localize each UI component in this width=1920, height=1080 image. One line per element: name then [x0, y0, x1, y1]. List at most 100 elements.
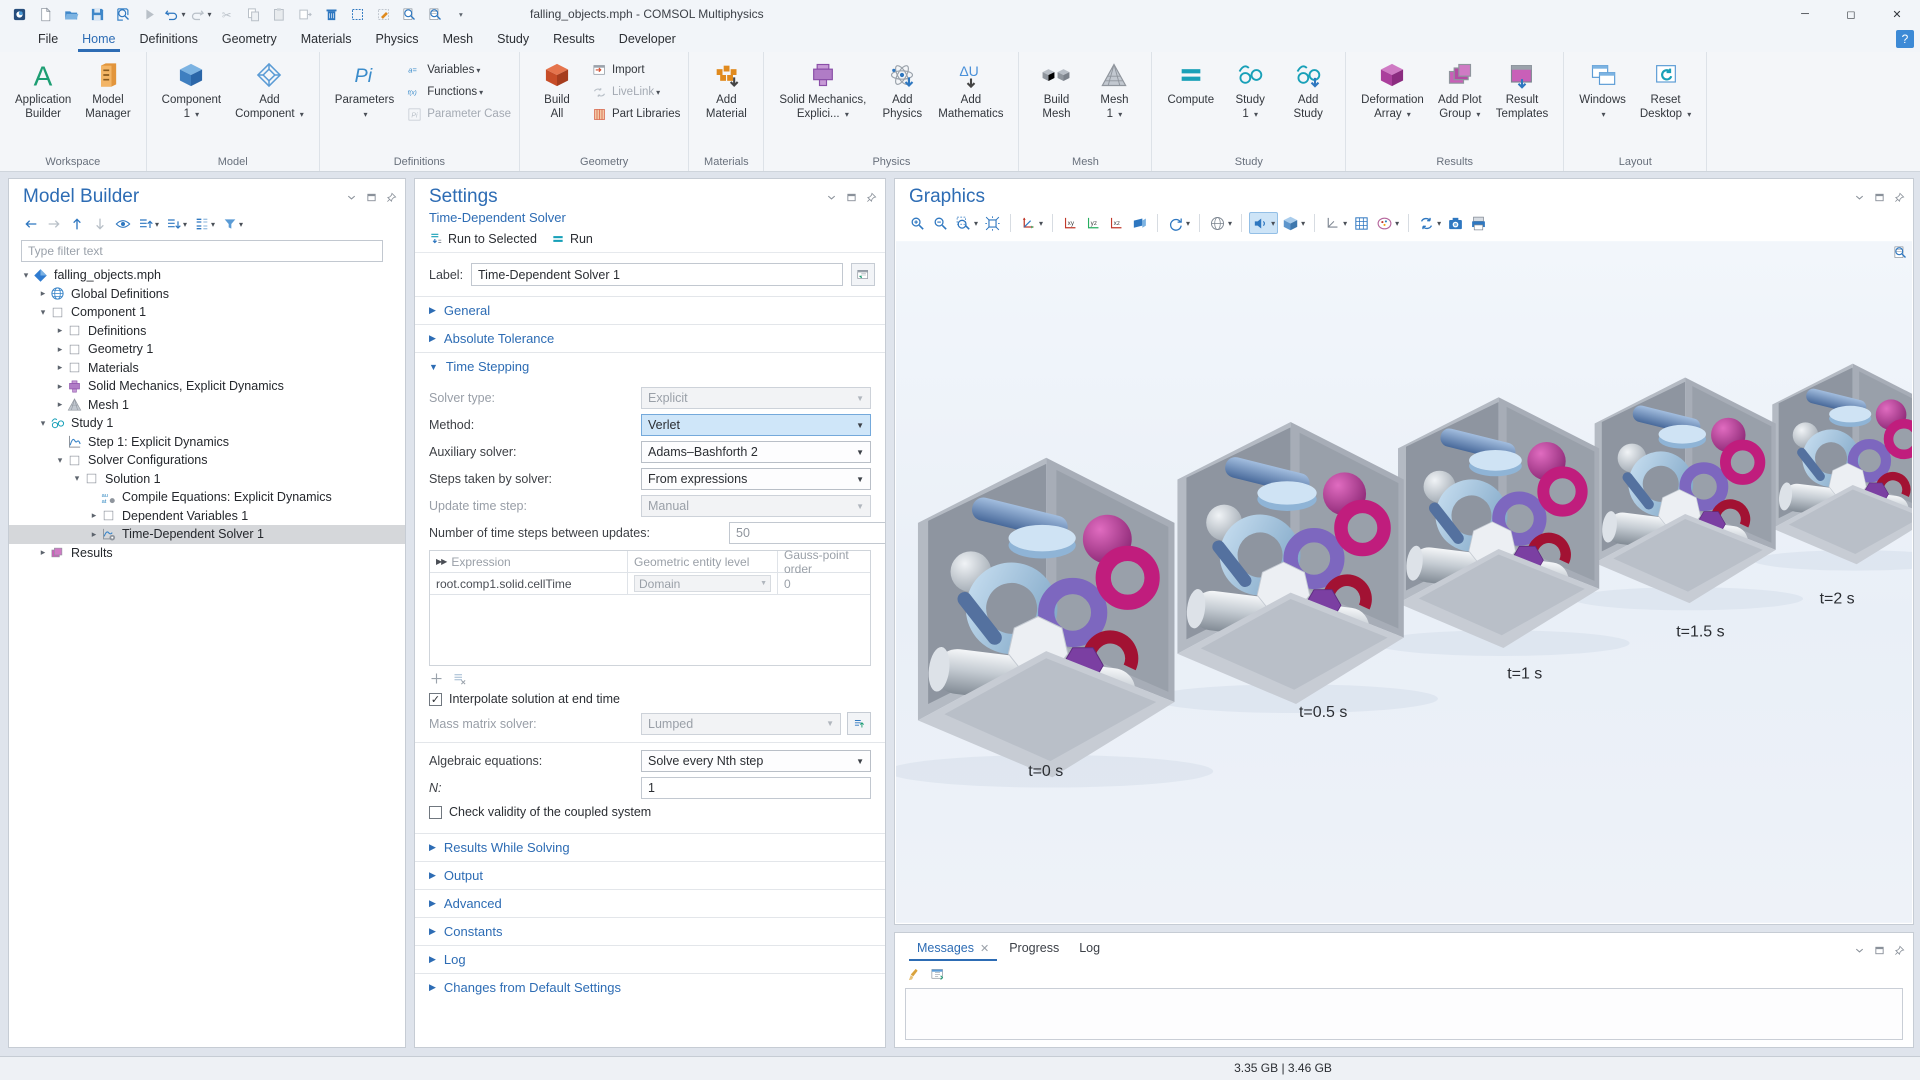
- deformation-array-button[interactable]: DeformationArray ▾: [1354, 55, 1431, 121]
- save-search-icon[interactable]: [112, 4, 134, 24]
- clear-selection-icon[interactable]: [372, 4, 394, 24]
- back-button[interactable]: [21, 214, 41, 234]
- show-button[interactable]: [113, 214, 133, 234]
- expander-icon[interactable]: ▸: [87, 529, 101, 540]
- tree-item-geometry-1[interactable]: ▸Geometry 1: [9, 340, 405, 359]
- tree-item-results[interactable]: ▸Results: [9, 544, 405, 563]
- auxiliary-solver-select[interactable]: Adams–Bashforth 2▼: [641, 441, 871, 463]
- zoom-box-button[interactable]: ▾: [953, 212, 980, 234]
- n-input[interactable]: [641, 777, 871, 799]
- go-to-default-view-button[interactable]: ▾: [1018, 212, 1045, 234]
- expander-icon[interactable]: ▸: [87, 510, 101, 521]
- tree-item-compile-equations-explicit-dynamics[interactable]: auatCompile Equations: Explicit Dynamics: [9, 488, 405, 507]
- variables-button[interactable]: a=Variables▾: [407, 59, 511, 81]
- collapse-icon[interactable]: [826, 192, 837, 203]
- redo-icon[interactable]: ▾: [190, 4, 212, 24]
- float-icon[interactable]: [846, 192, 857, 203]
- preview-icon[interactable]: [424, 4, 446, 24]
- undo-icon[interactable]: ▾: [164, 4, 186, 24]
- duplicate-icon[interactable]: [294, 4, 316, 24]
- section-general[interactable]: ▶General: [415, 296, 885, 324]
- compute-button[interactable]: Compute: [1160, 55, 1221, 108]
- add-component-button[interactable]: AddComponent ▾: [228, 55, 311, 121]
- section-constants[interactable]: ▶Constants: [415, 917, 885, 945]
- comsol-logo-icon[interactable]: [8, 4, 30, 24]
- expander-icon[interactable]: ▸: [36, 288, 50, 299]
- close-button[interactable]: ✕: [1874, 0, 1920, 28]
- application-builder-button[interactable]: AApplicationBuilder: [8, 55, 78, 121]
- sound-select-button[interactable]: ▾: [1249, 212, 1278, 234]
- find-icon[interactable]: [398, 4, 420, 24]
- float-icon[interactable]: [1874, 945, 1885, 956]
- tree-item-dependent-variables-1[interactable]: ▸Dependent Variables 1: [9, 507, 405, 526]
- scene-light-button[interactable]: ▾: [1207, 212, 1234, 234]
- new-file-icon[interactable]: [34, 4, 56, 24]
- mass-matrix-select[interactable]: Lumped▼: [641, 713, 841, 735]
- tree-item-solid-mechanics-explicit-dynamics[interactable]: ▸Solid Mechanics, Explicit Dynamics: [9, 377, 405, 396]
- pin-icon[interactable]: [1894, 192, 1905, 203]
- tree-item-study-1[interactable]: ▾Study 1: [9, 414, 405, 433]
- copy-to-clipboard-button[interactable]: [930, 967, 945, 982]
- view-xz-button[interactable]: xz: [1106, 212, 1127, 234]
- label-input[interactable]: [471, 263, 843, 286]
- zoom-extents-button[interactable]: [982, 212, 1003, 234]
- select-box-icon[interactable]: [346, 4, 368, 24]
- expander-icon[interactable]: ▸: [36, 547, 50, 558]
- expander-icon[interactable]: ▸: [53, 344, 67, 355]
- more-commands-icon[interactable]: ▾: [450, 4, 472, 24]
- expander-icon[interactable]: ▸: [53, 381, 67, 392]
- solid-mechanics-button[interactable]: Solid Mechanics,Explici... ▾: [772, 55, 873, 121]
- rotate-button[interactable]: ▾: [1165, 212, 1192, 234]
- tab-progress[interactable]: Progress: [999, 939, 1069, 961]
- result-templates-button[interactable]: ResultTemplates: [1489, 55, 1555, 121]
- tree-item-global-definitions[interactable]: ▸Global Definitions: [9, 285, 405, 304]
- pin-icon[interactable]: [866, 192, 877, 203]
- part-libraries-button[interactable]: Part Libraries: [592, 103, 680, 125]
- menu-home[interactable]: Home: [70, 28, 127, 52]
- tree-item-solution-1[interactable]: ▾Solution 1: [9, 470, 405, 489]
- move-up-button[interactable]: [67, 214, 87, 234]
- tree-item-mesh-1[interactable]: ▸Mesh 1: [9, 396, 405, 415]
- print-button[interactable]: [1468, 212, 1489, 234]
- zoom-in-button[interactable]: [907, 212, 928, 234]
- save-icon[interactable]: [86, 4, 108, 24]
- build-mesh-button[interactable]: BuildMesh: [1027, 55, 1085, 121]
- view-axes-button[interactable]: ▾: [1322, 212, 1349, 234]
- solver-type-select[interactable]: Explicit▼: [641, 387, 871, 409]
- menu-physics[interactable]: Physics: [363, 28, 430, 52]
- forward-button[interactable]: [44, 214, 64, 234]
- expander-icon[interactable]: ▸: [53, 362, 67, 373]
- expander-icon[interactable]: ▾: [19, 270, 33, 281]
- rename-button[interactable]: [851, 263, 875, 286]
- menu-mesh[interactable]: Mesh: [431, 28, 486, 52]
- tree-item-solver-configurations[interactable]: ▾Solver Configurations: [9, 451, 405, 470]
- collapse-icon[interactable]: [1854, 945, 1865, 956]
- livelink-button[interactable]: LiveLink▾: [592, 81, 680, 103]
- view-xy-button[interactable]: xy: [1060, 212, 1081, 234]
- import-button[interactable]: Import: [592, 59, 680, 81]
- pin-icon[interactable]: [1894, 945, 1905, 956]
- section-output[interactable]: ▶Output: [415, 861, 885, 889]
- tree-item-step-1-explicit-dynamics[interactable]: Step 1: Explicit Dynamics: [9, 433, 405, 452]
- pin-icon[interactable]: [386, 192, 397, 203]
- node-grouping-button[interactable]: ▾: [192, 214, 217, 234]
- clear-table-button[interactable]: [452, 671, 467, 686]
- graphics-canvas[interactable]: t=0 st=0.5 st=1 st=1.5 st=2 s: [896, 241, 1912, 923]
- algebraic-equations-select[interactable]: Solve every Nth step▼: [641, 750, 871, 772]
- expander-icon[interactable]: ▾: [70, 473, 84, 484]
- interpolate-checkbox[interactable]: ✓: [429, 693, 442, 706]
- tree-item-materials[interactable]: ▸Materials: [9, 359, 405, 378]
- steps-taken-select[interactable]: From expressions▼: [641, 468, 871, 490]
- view-yz-button[interactable]: yz: [1083, 212, 1104, 234]
- expand-all-button[interactable]: ▾: [136, 214, 161, 234]
- add-mathematics-button[interactable]: ΔUAddMathematics: [931, 55, 1010, 121]
- copy-icon[interactable]: [242, 4, 264, 24]
- plot-properties-icon[interactable]: [1893, 245, 1909, 261]
- menu-materials[interactable]: Materials: [289, 28, 364, 52]
- menu-definitions[interactable]: Definitions: [128, 28, 210, 52]
- component-1-button[interactable]: Component1 ▾: [155, 55, 228, 121]
- build-all-button[interactable]: BuildAll: [528, 55, 586, 121]
- menu-results[interactable]: Results: [541, 28, 607, 52]
- expander-icon[interactable]: ▸: [53, 399, 67, 410]
- section-changes-from-default-settings[interactable]: ▶Changes from Default Settings: [415, 973, 885, 1001]
